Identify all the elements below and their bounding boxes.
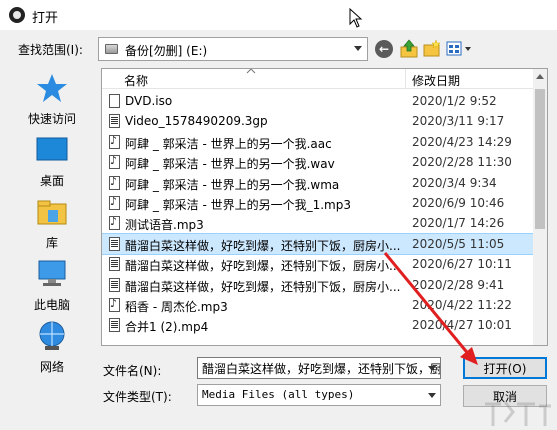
file-date: 2020/2/28 9:41: [412, 277, 505, 292]
drive-icon: [105, 44, 118, 54]
window-title: 打开: [32, 11, 59, 26]
file-row[interactable]: 阿肆 _ 郭采洁 - 世界上的另一个我_1.mp3 2020/6/9 10:46: [102, 193, 535, 213]
app-icon: [9, 7, 25, 23]
place-this-pc[interactable]: 此电脑: [10, 258, 94, 318]
video-file-icon: [109, 114, 120, 129]
video-file-icon: [109, 277, 120, 292]
up-folder-icon: [400, 39, 418, 58]
filetype-select[interactable]: Media Files (all types): [197, 384, 441, 406]
place-label: 桌面: [39, 174, 64, 188]
filename-input[interactable]: 醋溜白菜这样做，好吃到爆，还特别下饭，厨房小: [197, 357, 441, 379]
chevron-down-icon: [354, 46, 362, 51]
file-date: 2020/5/5 11:05: [412, 236, 505, 251]
quick-access-star-icon: [37, 74, 67, 102]
file-name: 醋溜白菜这样做，好吃到爆，还特别下饭，厨房小...: [125, 279, 401, 294]
file-name: 阿肆 _ 郭采洁 - 世界上的另一个我.aac: [125, 136, 332, 151]
filetype-label: 文件类型(T):: [103, 390, 172, 404]
view-menu-icon: [446, 41, 471, 56]
file-name: 阿肆 _ 郭采洁 - 世界上的另一个我_1.mp3: [125, 198, 351, 212]
sort-ascending-icon: [246, 69, 256, 74]
scrollbar-thumb[interactable]: [535, 89, 545, 229]
title-bar[interactable]: 打开: [0, 0, 557, 30]
audio-file-icon: [109, 195, 120, 210]
file-name: 阿肆 _ 郭采洁 - 世界上的另一个我.wav: [125, 157, 335, 172]
video-file-icon: [109, 236, 120, 251]
audio-file-icon: [109, 134, 120, 149]
list-header: 名称 修改日期: [102, 69, 535, 89]
places-bar: 快速访问 桌面 库 此电脑 网络: [10, 68, 94, 413]
network-icon: [39, 321, 65, 350]
audio-file-icon: [109, 215, 120, 231]
video-file-icon: [109, 257, 120, 272]
file-name: 醋溜白菜这样做，好吃到爆，还特别下饭，厨房小...: [125, 259, 401, 274]
place-network[interactable]: 网络: [10, 320, 94, 380]
file-row[interactable]: 阿肆 _ 郭采洁 - 世界上的另一个我.wav 2020/2/28 11:30: [102, 152, 535, 172]
file-name: Video_1578490209.3gp: [125, 114, 268, 129]
file-date: 2020/1/7 14:26: [412, 216, 505, 231]
filename-label: 文件名(N):: [103, 364, 162, 378]
place-label: 此电脑: [33, 298, 70, 312]
video-file-icon: [109, 318, 120, 333]
file-date: 2020/4/23 14:29: [412, 134, 512, 149]
file-date: 2020/3/4 9:34: [412, 175, 497, 190]
back-arrow-icon: ←: [375, 40, 393, 58]
file-row[interactable]: 醋溜白菜这样做，好吃到爆，还特别下饭，厨房小... 2020/6/27 10:11: [102, 254, 535, 274]
place-quick-access[interactable]: 快速访问: [10, 72, 94, 132]
place-desktop[interactable]: 桌面: [10, 134, 94, 194]
file-name: DVD.iso: [125, 94, 173, 108]
new-folder-button[interactable]: [421, 38, 443, 60]
place-library[interactable]: 库: [10, 196, 94, 256]
file-date: 2020/6/9 10:46: [412, 196, 505, 210]
column-header-date[interactable]: 修改日期: [412, 72, 460, 89]
file-row[interactable]: 醋溜白菜这样做，好吃到爆，还特别下饭，厨房小... 2020/5/5 11:05: [102, 232, 536, 255]
audio-file-icon: [109, 154, 120, 170]
open-button[interactable]: 打开(O): [463, 357, 547, 379]
look-in-dropdown[interactable]: 备份[勿删] (E:): [98, 37, 368, 61]
computer-icon: [38, 260, 66, 286]
audio-file-icon: [109, 297, 120, 312]
place-label: 库: [45, 236, 58, 250]
file-date: 2020/6/27 10:11: [412, 257, 512, 272]
file-name: 稻香 - 周杰伦.mp3: [125, 300, 228, 314]
desktop-icon: [36, 137, 68, 161]
column-header-name[interactable]: 名称: [124, 72, 148, 89]
file-date: 2020/2/28 11:30: [412, 155, 512, 170]
file-row[interactable]: 测试语音.mp3 2020/1/7 14:26: [102, 213, 535, 233]
file-row[interactable]: Video_1578490209.3gp 2020/3/11 9:17: [102, 111, 535, 131]
disc-file-icon: [109, 94, 120, 108]
place-label: 快速访问: [27, 112, 76, 126]
file-row[interactable]: 合并1 (2).mp4 2020/4/27 10:01: [102, 315, 535, 335]
chevron-down-icon[interactable]: [428, 393, 436, 398]
mouse-cursor-icon: [349, 8, 363, 28]
new-folder-icon: [423, 39, 441, 57]
look-in-label: 查找范围(I):: [18, 43, 83, 57]
file-name: 阿肆 _ 郭采洁 - 世界上的另一个我.wma: [125, 177, 340, 192]
file-list[interactable]: 名称 修改日期 DVD.iso 2020/1/2 9:52 Video_157849…: [101, 68, 548, 346]
file-date: 2020/4/22 11:22: [412, 298, 512, 312]
back-button[interactable]: ←: [373, 38, 395, 60]
file-date: 2020/4/27 10:01: [412, 318, 512, 333]
file-row[interactable]: 稻香 - 周杰伦.mp3 2020/4/22 11:22: [102, 295, 535, 315]
audio-file-icon: [109, 175, 120, 190]
up-folder-button[interactable]: [398, 38, 420, 60]
file-date: 2020/1/2 9:52: [412, 94, 497, 108]
place-label: 网络: [39, 360, 64, 374]
view-menu-button[interactable]: [445, 38, 475, 60]
vertical-scrollbar[interactable]: [533, 69, 547, 345]
watermark-logo: [485, 401, 551, 426]
file-name: 合并1 (2).mp4: [125, 320, 209, 335]
column-separator[interactable]: [405, 69, 406, 89]
file-row[interactable]: 阿肆 _ 郭采洁 - 世界上的另一个我.aac 2020/4/23 14:29: [102, 132, 535, 152]
file-date: 2020/3/11 9:17: [412, 114, 505, 129]
file-row[interactable]: 阿肆 _ 郭采洁 - 世界上的另一个我.wma 2020/3/4 9:34: [102, 173, 535, 193]
file-row[interactable]: 醋溜白菜这样做，好吃到爆，还特别下饭，厨房小... 2020/2/28 9:41: [102, 275, 535, 295]
scroll-up-icon[interactable]: [536, 74, 544, 79]
file-name: 测试语音.mp3: [125, 218, 204, 233]
look-in-value: 备份[勿删] (E:): [125, 44, 208, 58]
file-row[interactable]: DVD.iso 2020/1/2 9:52: [102, 91, 535, 111]
chevron-down-icon[interactable]: [428, 366, 436, 371]
library-icon: [37, 200, 67, 225]
file-name: 醋溜白菜这样做，好吃到爆，还特别下饭，厨房小...: [125, 238, 401, 253]
